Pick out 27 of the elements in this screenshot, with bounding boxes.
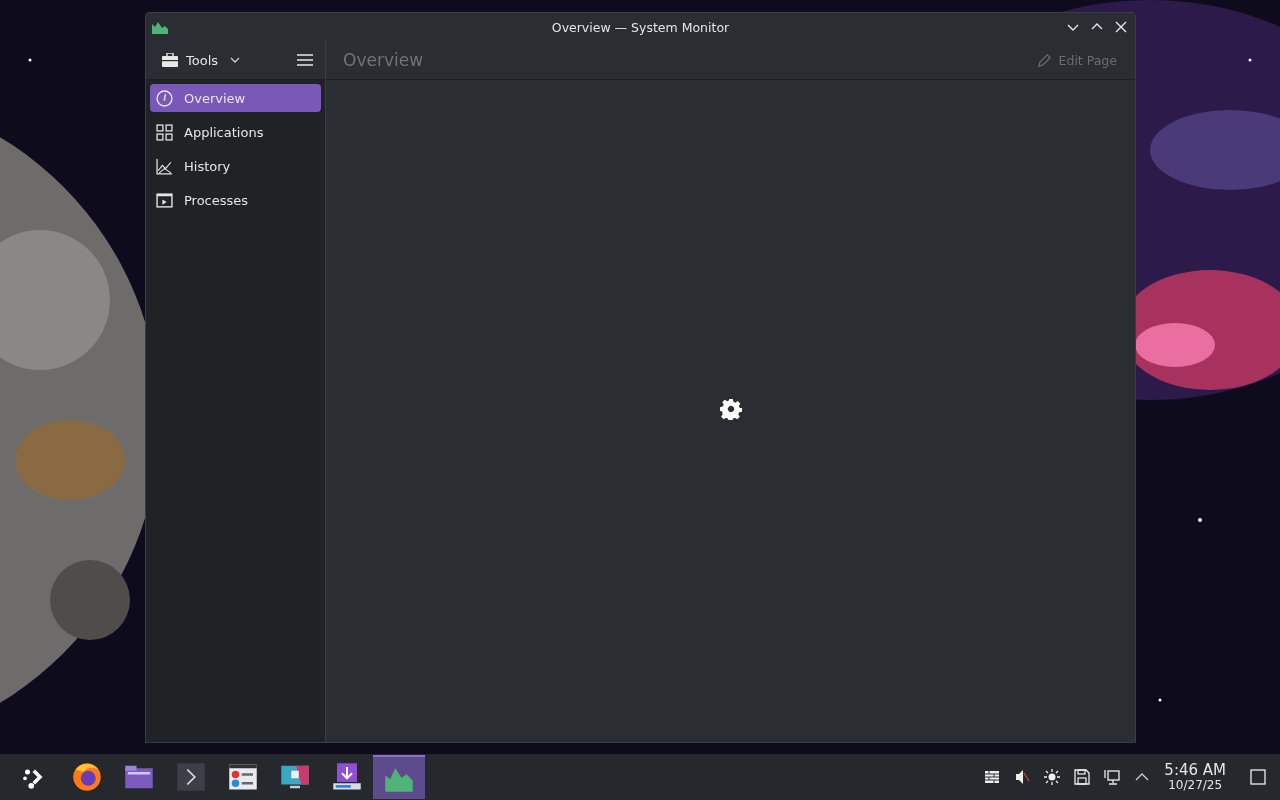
clock[interactable]: 5:46 AM 10/27/25: [1164, 762, 1226, 792]
toolbox-icon: [162, 53, 178, 67]
pencil-icon: [1036, 52, 1052, 68]
globe-icon: [72, 762, 102, 792]
sidebar-item[interactable]: Overview: [150, 84, 321, 112]
chart-icon: [152, 20, 168, 34]
window-icon: [156, 191, 173, 209]
chart-icon: [156, 157, 173, 175]
download-icon: [332, 762, 362, 792]
gauge-icon: [156, 89, 173, 107]
sidebar-item[interactable]: Applications: [150, 118, 321, 146]
window-title: Overview — System Monitor: [551, 19, 730, 35]
sidebar-item[interactable]: History: [150, 152, 321, 180]
show-desktop-icon[interactable]: [1250, 769, 1266, 785]
close-icon[interactable]: [1115, 21, 1127, 33]
sun-icon[interactable]: [1044, 769, 1061, 785]
firewall-icon[interactable]: [984, 769, 1001, 785]
mute-icon[interactable]: [1014, 769, 1031, 785]
sidebar-item[interactable]: Processes: [150, 186, 321, 214]
grid-icon: [156, 123, 173, 141]
caret-icon: [230, 57, 241, 63]
gear-icon: [719, 398, 742, 420]
network-icon[interactable]: [1104, 769, 1121, 785]
menu-icon[interactable]: [297, 54, 313, 66]
terminal-icon: [176, 762, 206, 792]
page-title: Overview: [343, 50, 424, 70]
settings-icon: [228, 762, 258, 792]
